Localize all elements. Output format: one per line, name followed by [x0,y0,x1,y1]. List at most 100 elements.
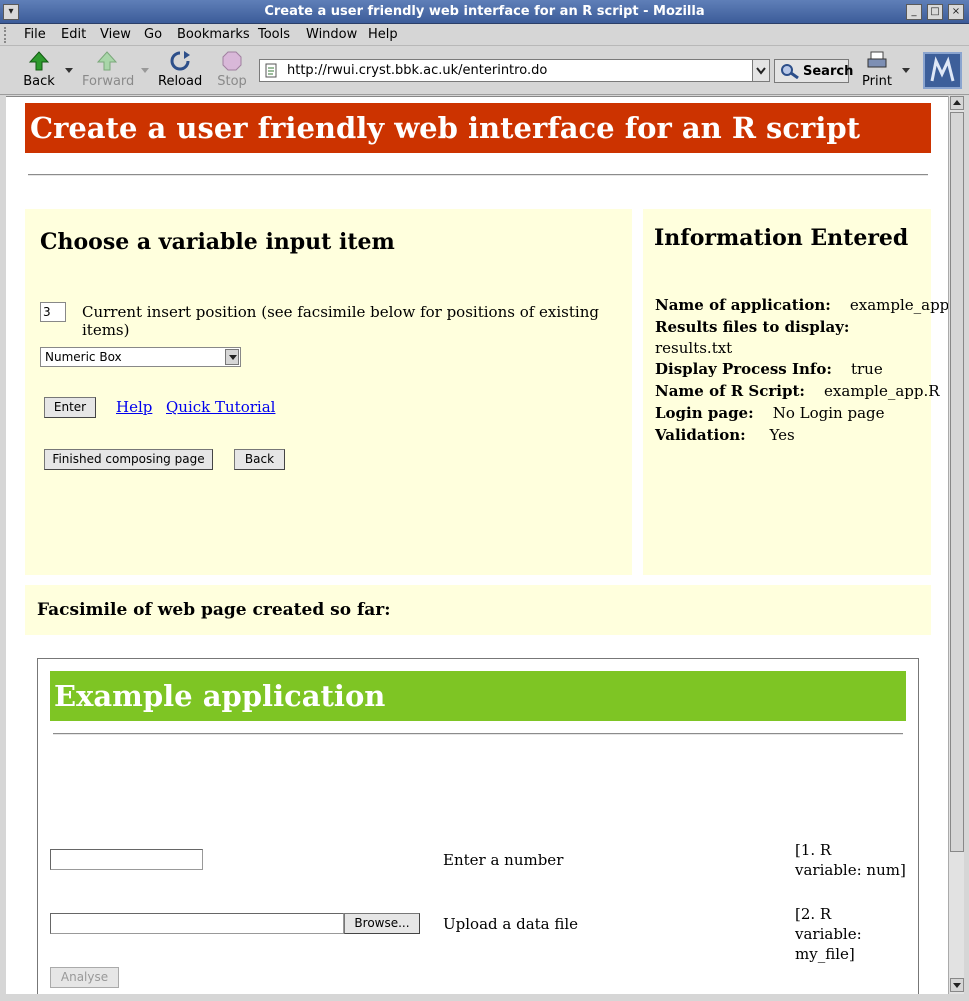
close-button[interactable]: × [948,4,964,20]
vertical-scrollbar[interactable] [948,96,964,994]
facsimile-preview: Example application Enter a number [1. R… [37,658,919,994]
chevron-down-icon [756,67,766,75]
page-content: Create a user friendly web interface for… [6,96,948,994]
script-value: example_app.R [824,382,940,400]
validation-label: Validation: [655,426,746,444]
chevron-up-icon [953,100,961,105]
mozilla-logo[interactable] [923,52,962,89]
facsimile-divider [53,733,903,735]
scroll-thumb[interactable] [950,112,964,852]
back-label: Back [23,74,55,89]
print-label: Print [862,74,892,89]
item1-note-line1: [1. R [795,841,832,859]
search-icon [781,64,799,79]
url-text: http://rwui.cryst.bbk.ac.uk/enterintro.d… [287,63,548,78]
file-path-input[interactable] [50,913,344,934]
reload-label: Reload [158,74,203,89]
status-bar-edge [0,994,969,1001]
process-value: true [850,360,883,378]
menu-help[interactable]: Help [368,27,398,42]
login-value: No Login page [772,404,885,422]
maximize-button[interactable]: □ [927,4,943,20]
forward-history-dropdown[interactable] [141,68,149,73]
url-field[interactable]: http://rwui.cryst.bbk.ac.uk/enterintro.d… [259,59,753,82]
search-button[interactable]: Search [774,59,853,83]
info-app-name: Name of application: example_app [655,296,948,314]
number-input[interactable] [50,849,203,870]
url-history-dropdown[interactable] [752,59,770,82]
login-label: Login page: [655,404,754,422]
printer-icon [867,51,887,68]
results-label: Results files to display: [655,318,850,336]
information-panel: Information Entered Name of application:… [643,209,948,575]
validation-value: Yes [769,426,795,444]
stop-icon [222,51,242,71]
menu-view[interactable]: View [100,27,131,42]
menu-file[interactable]: File [24,27,46,42]
forward-button[interactable]: Forward [82,50,135,89]
input-type-value: Numeric Box [45,350,122,364]
info-script: Name of R Script: example_app.R [655,382,940,400]
page-icon [265,63,277,78]
choose-heading: Choose a variable input item [40,229,395,255]
scroll-up-arrow[interactable] [950,96,964,110]
back-page-button[interactable]: Back [234,449,285,470]
item1-note-line2: variable: num] [795,861,906,879]
input-type-select[interactable]: Numeric Box [40,347,241,367]
minimize-button[interactable]: _ [906,4,922,20]
quick-tutorial-link[interactable]: Quick Tutorial [166,398,275,416]
forward-arrow-icon [96,51,118,71]
facsimile-title: Facsimile of web page created so far: [37,600,391,620]
search-label: Search [803,64,854,79]
print-dropdown[interactable] [902,68,910,73]
window-title-bar: ▾ Create a user friendly web interface f… [0,0,969,24]
insert-position-input[interactable]: 3 [40,302,66,322]
back-history-dropdown[interactable] [65,68,73,73]
facsimile-header: Facsimile of web page created so far: [25,585,931,635]
enter-button[interactable]: Enter [44,397,96,418]
help-link[interactable]: Help [116,398,152,416]
menu-go[interactable]: Go [144,27,162,42]
navigation-toolbar: Back Forward Reload Stop http://rwui.cry… [0,47,969,95]
mozilla-m-icon [930,56,955,82]
print-button[interactable]: Print [860,50,894,89]
menu-bookmarks[interactable]: Bookmarks [177,27,250,42]
item2-note: [2. R variable: my_file] [795,904,918,964]
chevron-down-icon [953,983,961,988]
forward-label: Forward [82,74,135,89]
item2-note-line1: [2. R [795,905,832,923]
stop-button[interactable]: Stop [214,50,250,89]
script-label: Name of R Script: [655,382,805,400]
number-input-label: Enter a number [443,851,564,869]
results-value: results.txt [655,339,733,357]
scroll-down-arrow[interactable] [950,978,964,992]
insert-position-label: Current insert position (see facsimile b… [82,303,599,339]
page-banner: Create a user friendly web interface for… [25,103,931,153]
info-heading: Information Entered [654,225,909,251]
info-process: Display Process Info: true [655,360,883,378]
info-results-files: Results files to display: [655,318,849,336]
analyse-button[interactable]: Analyse [50,967,119,988]
menu-edit[interactable]: Edit [61,27,86,42]
reload-icon [170,51,190,71]
menu-bar: File Edit View Go Bookmarks Tools Window… [0,24,969,46]
finished-composing-button[interactable]: Finished composing page [44,449,213,470]
reload-button[interactable]: Reload [158,50,202,89]
item1-note: [1. R variable: num] [795,840,906,880]
menu-tools[interactable]: Tools [258,27,290,42]
item2-note-line2: variable: my_file] [795,925,862,963]
app-banner: Example application [50,671,906,721]
toolbar-grip[interactable] [4,27,10,43]
app-name-value: example_app [849,296,948,314]
info-validation: Validation: Yes [655,426,795,444]
back-arrow-icon [28,51,50,71]
window-title: Create a user friendly web interface for… [264,4,705,19]
browse-button[interactable]: Browse... [344,913,420,934]
chevron-down-icon[interactable] [225,349,239,365]
stop-label: Stop [217,74,247,89]
menu-window[interactable]: Window [306,27,357,42]
divider [28,174,928,176]
process-label: Display Process Info: [655,360,832,378]
back-button[interactable]: Back [20,50,58,89]
upload-label: Upload a data file [443,915,579,933]
